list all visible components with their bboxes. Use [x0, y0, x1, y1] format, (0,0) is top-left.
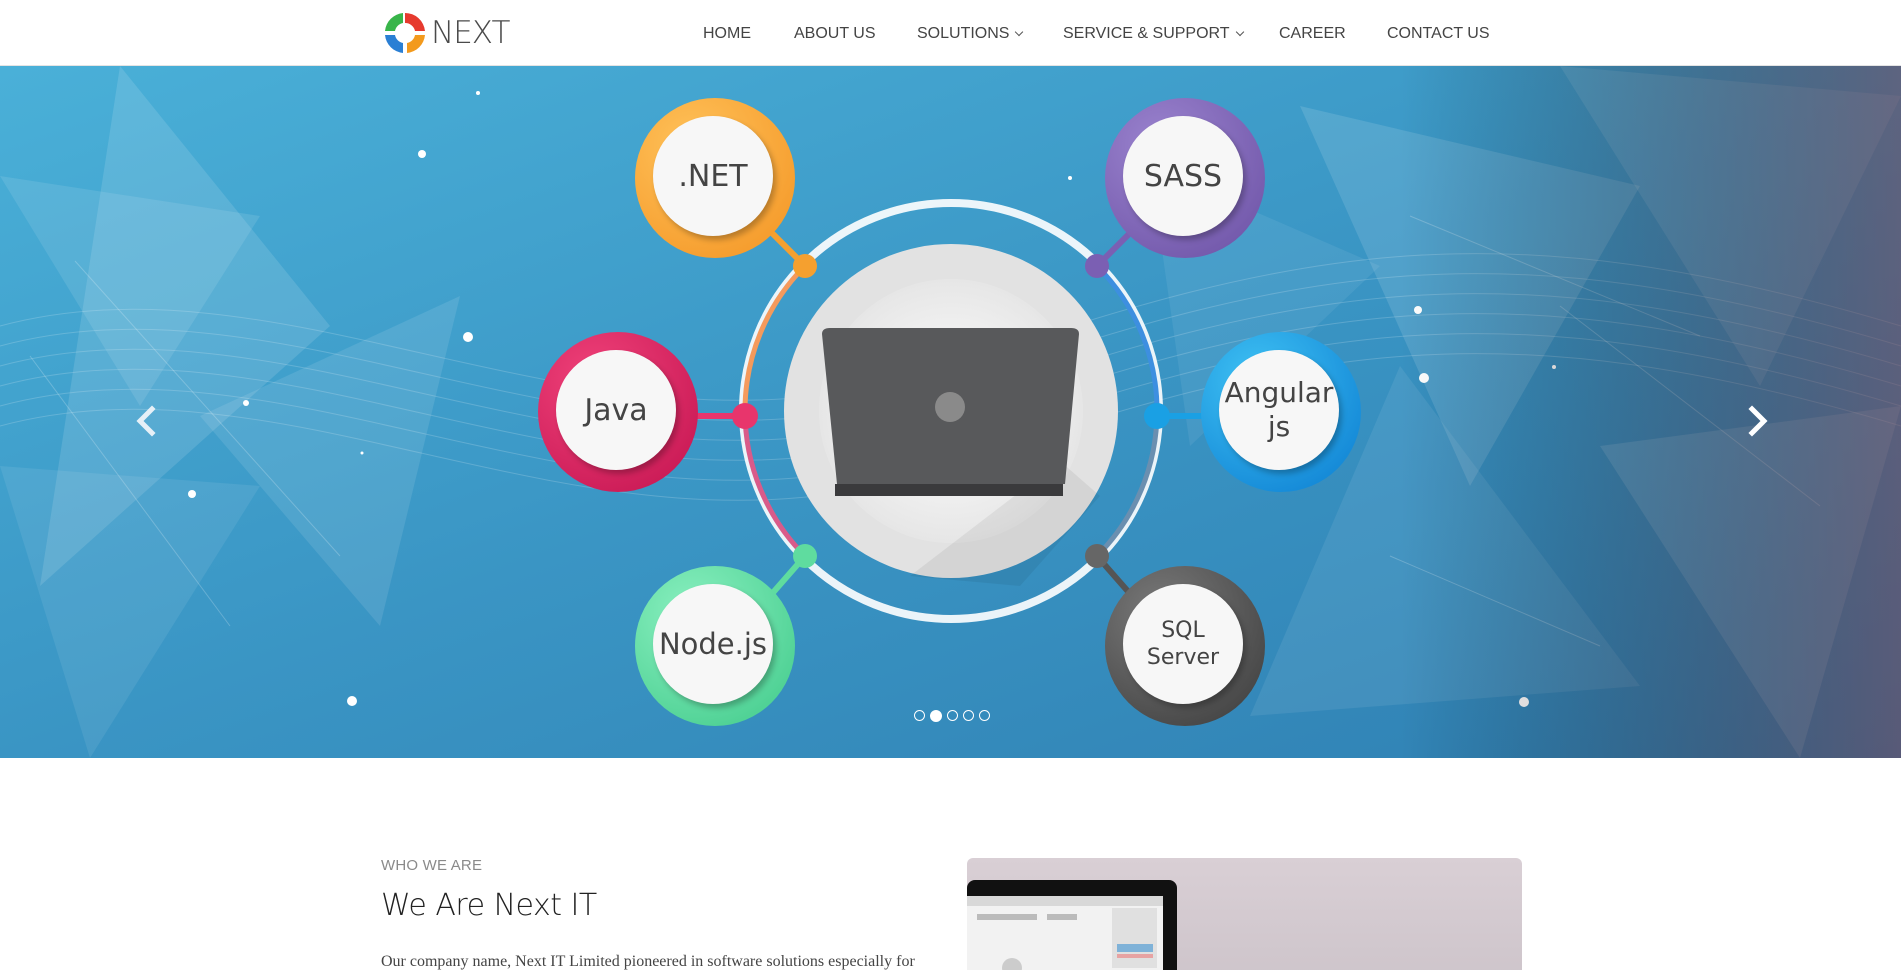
about-heading: We Are Next IT: [381, 888, 597, 923]
chevron-down-icon: [1235, 27, 1244, 37]
nav-contact-us[interactable]: CONTACT US: [1387, 25, 1490, 43]
chevron-right-icon: [1748, 405, 1768, 437]
tech-badge-angular: Angular js: [1201, 332, 1361, 492]
nav-about-label: ABOUT US: [794, 25, 876, 42]
slider-dot-3[interactable]: [947, 710, 958, 721]
site-header: NEXT HOME ABOUT US SOLUTIONS SERVICE & S…: [0, 0, 1901, 66]
nav-about-us[interactable]: ABOUT US: [794, 25, 876, 43]
slider-dot-5[interactable]: [979, 710, 990, 721]
hero-slider: .NET SASS Java Angular js Node.js SQL Se…: [0, 66, 1901, 758]
logo-icon: [385, 12, 425, 53]
slider-dot-4[interactable]: [963, 710, 974, 721]
tech-label-sqlserver: SQL Server: [1146, 618, 1220, 670]
slider-pagination: [914, 710, 990, 722]
tech-badge-sqlserver: SQL Server: [1105, 566, 1265, 726]
nav-solutions[interactable]: SOLUTIONS: [917, 25, 1024, 43]
tech-badge-nodejs: Node.js: [635, 566, 795, 726]
slider-prev-button[interactable]: [126, 401, 166, 441]
about-eyebrow: WHO WE ARE: [381, 857, 483, 874]
tech-badge-dotnet: .NET: [635, 98, 795, 258]
brand-name: NEXT: [431, 15, 510, 51]
tech-label-sass: SASS: [1143, 158, 1223, 194]
about-paragraph: Our company name, Next IT Limited pionee…: [381, 953, 915, 970]
nav-home-label: HOME: [703, 25, 751, 42]
nav-career-label: CAREER: [1279, 25, 1346, 42]
tech-label-angular: Angular js: [1224, 376, 1334, 443]
tech-label-dotnet: .NET: [678, 158, 748, 194]
tech-badge-java: Java: [538, 332, 698, 492]
nav-career[interactable]: CAREER: [1279, 25, 1346, 43]
nav-solutions-label: SOLUTIONS: [917, 25, 1010, 42]
chevron-left-icon: [136, 405, 156, 437]
nav-contact-label: CONTACT US: [1387, 25, 1490, 42]
slider-dot-2[interactable]: [930, 710, 942, 722]
nav-service-support[interactable]: SERVICE & SUPPORT: [1063, 25, 1244, 43]
nav-service-label: SERVICE & SUPPORT: [1063, 25, 1230, 42]
slider-next-button[interactable]: [1738, 401, 1778, 441]
tech-label-nodejs: Node.js: [658, 627, 768, 661]
about-image: [967, 858, 1522, 970]
hero-background: [0, 66, 1901, 758]
tech-label-java: Java: [584, 392, 648, 428]
monitor-image: [967, 880, 1177, 970]
chevron-down-icon: [1015, 27, 1024, 37]
tech-badge-sass: SASS: [1105, 98, 1265, 258]
slider-dot-1[interactable]: [914, 710, 925, 721]
nav-home[interactable]: HOME: [703, 25, 751, 43]
brand-logo[interactable]: NEXT: [381, 8, 510, 58]
